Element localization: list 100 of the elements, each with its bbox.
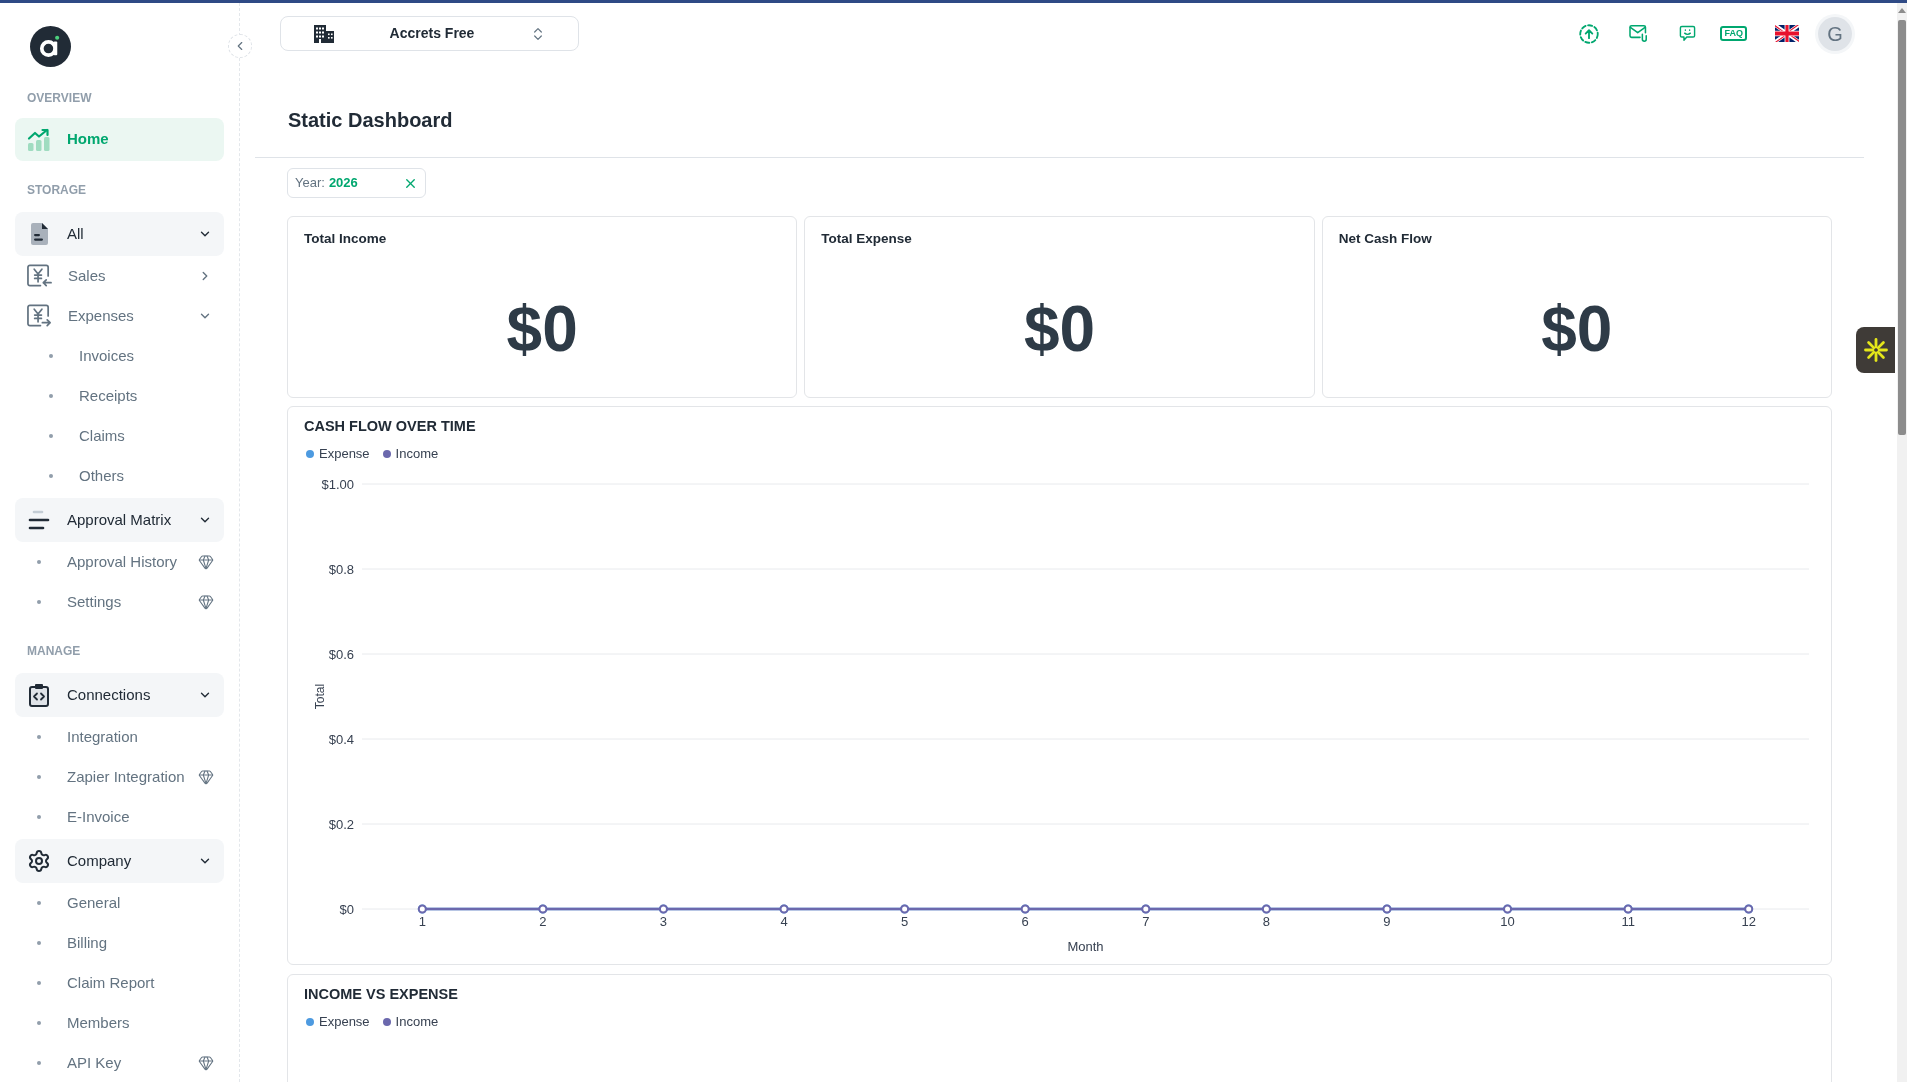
card-title: Total Expense bbox=[821, 230, 912, 248]
data-point bbox=[1141, 904, 1151, 914]
sidebar-item[interactable]: Company bbox=[15, 839, 224, 883]
card-value: $0 bbox=[506, 294, 578, 364]
building-icon bbox=[314, 24, 334, 43]
card-title: Net Cash Flow bbox=[1338, 230, 1432, 248]
yen-arrow-right-icon bbox=[27, 304, 52, 328]
scroll-up-arrow-icon[interactable] bbox=[1898, 8, 1906, 13]
bullet-icon bbox=[37, 941, 41, 945]
y-tick-label: $0 bbox=[339, 901, 354, 917]
sidebar-item[interactable]: E-Invoice bbox=[15, 797, 224, 837]
sidebar-item[interactable]: Integration bbox=[15, 717, 224, 757]
axis-title: Total bbox=[313, 683, 327, 710]
logo-icon bbox=[30, 26, 71, 67]
y-tick-label: $1.00 bbox=[321, 476, 354, 492]
sidebar-item[interactable]: Home bbox=[15, 118, 224, 161]
scrollbar-thumb[interactable] bbox=[1898, 20, 1906, 435]
bullet-icon bbox=[37, 560, 41, 564]
bullet-icon bbox=[37, 981, 41, 985]
faq-button[interactable]: FAQ bbox=[1720, 26, 1747, 41]
data-point bbox=[1020, 904, 1030, 914]
bullet-icon bbox=[37, 735, 41, 739]
sidebar-item[interactable]: Invoices bbox=[15, 336, 224, 376]
collapse-sidebar-button[interactable] bbox=[228, 34, 252, 58]
sidebar-item[interactable]: Sales bbox=[15, 256, 224, 296]
x-tick-label: 6 bbox=[1021, 914, 1029, 929]
sidebar-item[interactable]: API Key bbox=[15, 1043, 224, 1082]
company-selector[interactable]: Accrets Free bbox=[280, 16, 579, 51]
data-point bbox=[1382, 904, 1392, 914]
x-tick-label: 5 bbox=[901, 914, 909, 929]
sidebar-item[interactable]: All bbox=[15, 212, 224, 256]
data-point bbox=[1261, 904, 1271, 914]
legend-label: Expense bbox=[319, 1014, 370, 1030]
bullet-icon bbox=[37, 775, 41, 779]
x-tick-label: 12 bbox=[1741, 914, 1756, 929]
data-point bbox=[900, 904, 910, 914]
x-tick-label: 1 bbox=[418, 914, 426, 929]
sidebar-item[interactable]: Expenses bbox=[15, 296, 224, 336]
bullet-icon bbox=[37, 815, 41, 819]
x-tick-label: 4 bbox=[780, 914, 788, 929]
lines-icon bbox=[27, 510, 51, 530]
data-point bbox=[417, 904, 427, 914]
data-point bbox=[1503, 904, 1513, 914]
bullet-icon bbox=[37, 1061, 41, 1065]
upload-icon bbox=[1579, 23, 1600, 44]
sidebar-item[interactable]: Receipts bbox=[15, 376, 224, 416]
yen-arrow-left-icon bbox=[27, 264, 52, 288]
sidebar-item[interactable]: Zapier Integration bbox=[15, 757, 224, 797]
sidebar-item[interactable]: Others bbox=[15, 456, 224, 496]
x-tick-label: 7 bbox=[1142, 914, 1150, 929]
chart-title: CASH FLOW OVER TIME bbox=[304, 417, 476, 435]
bullet-icon bbox=[49, 354, 53, 358]
y-tick-label: $0.2 bbox=[328, 816, 354, 832]
bullet-icon bbox=[37, 600, 41, 604]
sidebar-item[interactable]: General bbox=[15, 883, 224, 923]
filter-value: 2026 bbox=[328, 174, 358, 193]
bullet-icon bbox=[49, 434, 53, 438]
uk-flag-icon bbox=[1775, 25, 1799, 42]
data-point bbox=[1623, 904, 1633, 914]
bullet-icon bbox=[37, 901, 41, 905]
user-avatar[interactable]: G bbox=[1818, 16, 1852, 51]
sidebar-item[interactable]: Approval History bbox=[15, 542, 224, 582]
x-tick-label: 3 bbox=[659, 914, 668, 929]
x-tick-label: 10 bbox=[1500, 914, 1515, 929]
card-value: $0 bbox=[1023, 294, 1096, 364]
section-label: MANAGE bbox=[27, 643, 81, 659]
y-tick-label: $0.6 bbox=[328, 646, 354, 662]
chat-smile-icon bbox=[1679, 25, 1696, 42]
card-value: $0 bbox=[1541, 294, 1613, 364]
x-tick-label: 8 bbox=[1262, 914, 1270, 929]
sidebar-item[interactable]: Claim Report bbox=[15, 963, 224, 1003]
data-point bbox=[1744, 904, 1754, 914]
sidebar-item[interactable]: Billing bbox=[15, 923, 224, 963]
sidebar-item[interactable]: Members bbox=[15, 1003, 224, 1043]
bullet-icon bbox=[49, 474, 53, 478]
bullet-icon bbox=[49, 394, 53, 398]
x-tick-label: 11 bbox=[1621, 914, 1635, 929]
chart-icon bbox=[27, 127, 51, 152]
y-tick-label: $0.8 bbox=[328, 561, 354, 577]
legend-label: Income bbox=[395, 446, 439, 462]
mail-paperclip-icon bbox=[1629, 25, 1648, 42]
data-point bbox=[779, 904, 789, 914]
sidebar-item[interactable]: Settings bbox=[15, 582, 224, 622]
sidebar-item[interactable]: Connections bbox=[15, 673, 224, 717]
y-tick-label: $0.4 bbox=[328, 731, 354, 747]
asterisk-icon bbox=[1863, 338, 1888, 362]
legend-label: Expense bbox=[319, 446, 370, 462]
axis-title: Month bbox=[1067, 939, 1104, 954]
sidebar-item[interactable]: Claims bbox=[15, 416, 224, 456]
sidebar-item[interactable]: Approval Matrix bbox=[15, 498, 224, 542]
chart-title: INCOME VS EXPENSE bbox=[304, 985, 458, 1003]
x-tick-label: 9 bbox=[1383, 914, 1391, 929]
floating-widget-button[interactable] bbox=[1856, 327, 1895, 373]
page-title: Static Dashboard bbox=[288, 108, 453, 133]
data-point bbox=[658, 904, 668, 914]
data-point bbox=[538, 904, 548, 914]
code-clipboard-icon bbox=[27, 683, 51, 707]
x-tick-label: 2 bbox=[539, 914, 547, 929]
filter-label: Year: bbox=[295, 174, 325, 193]
section-label: STORAGE bbox=[27, 182, 87, 198]
